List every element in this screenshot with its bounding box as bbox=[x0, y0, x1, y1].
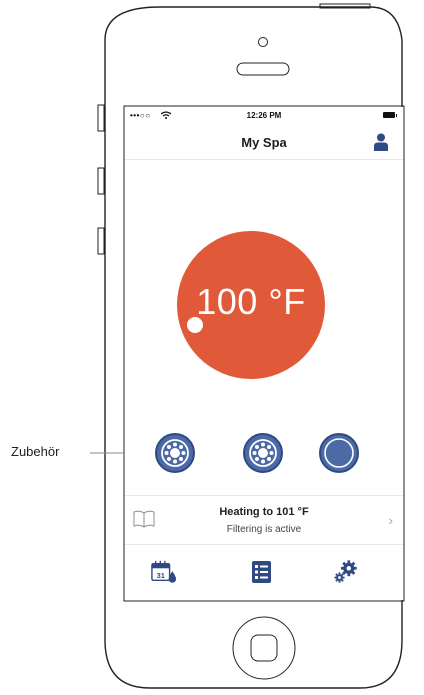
temperature-value: 100 °F bbox=[196, 281, 306, 322]
jet-pump-icon bbox=[249, 439, 277, 467]
front-camera-icon bbox=[258, 37, 268, 47]
calendar-day-number: 31 bbox=[157, 571, 165, 580]
accessories-callout-label: Zubehör bbox=[11, 444, 60, 459]
light-icon bbox=[324, 438, 354, 468]
filtering-status-text: Filtering is active bbox=[226, 524, 302, 535]
profile-icon[interactable] bbox=[373, 133, 389, 151]
heating-status-row[interactable]: Heating to 101 °F Filtering is active › bbox=[125, 495, 403, 545]
temperature-dial[interactable]: 100 °F bbox=[177, 231, 325, 379]
speaker-grille bbox=[236, 62, 290, 76]
tab-bar: 31 bbox=[125, 547, 403, 600]
page-title: My Spa bbox=[241, 135, 287, 150]
battery-icon bbox=[383, 112, 397, 118]
settings-gears-icon[interactable] bbox=[333, 559, 359, 585]
chevron-right-icon: › bbox=[388, 512, 393, 528]
jet-pump-button-2[interactable] bbox=[243, 433, 283, 473]
home-button[interactable] bbox=[232, 616, 296, 680]
jet-pump-button-1[interactable] bbox=[155, 433, 195, 473]
temperature-dial-handle[interactable] bbox=[187, 317, 203, 333]
status-bar: •••○○ 12:26 PM bbox=[125, 107, 403, 125]
calendar-drop-icon[interactable]: 31 bbox=[151, 559, 177, 585]
heating-status-title: Heating to 101 °F bbox=[219, 506, 309, 518]
jet-pump-icon bbox=[161, 439, 189, 467]
light-button[interactable] bbox=[319, 433, 359, 473]
list-icon[interactable] bbox=[249, 559, 275, 585]
app-screen: •••○○ 12:26 PM My Spa 100 °F Heating to … bbox=[125, 107, 403, 600]
navigation-bar: My Spa bbox=[125, 125, 403, 160]
status-time: 12:26 PM bbox=[246, 111, 282, 120]
